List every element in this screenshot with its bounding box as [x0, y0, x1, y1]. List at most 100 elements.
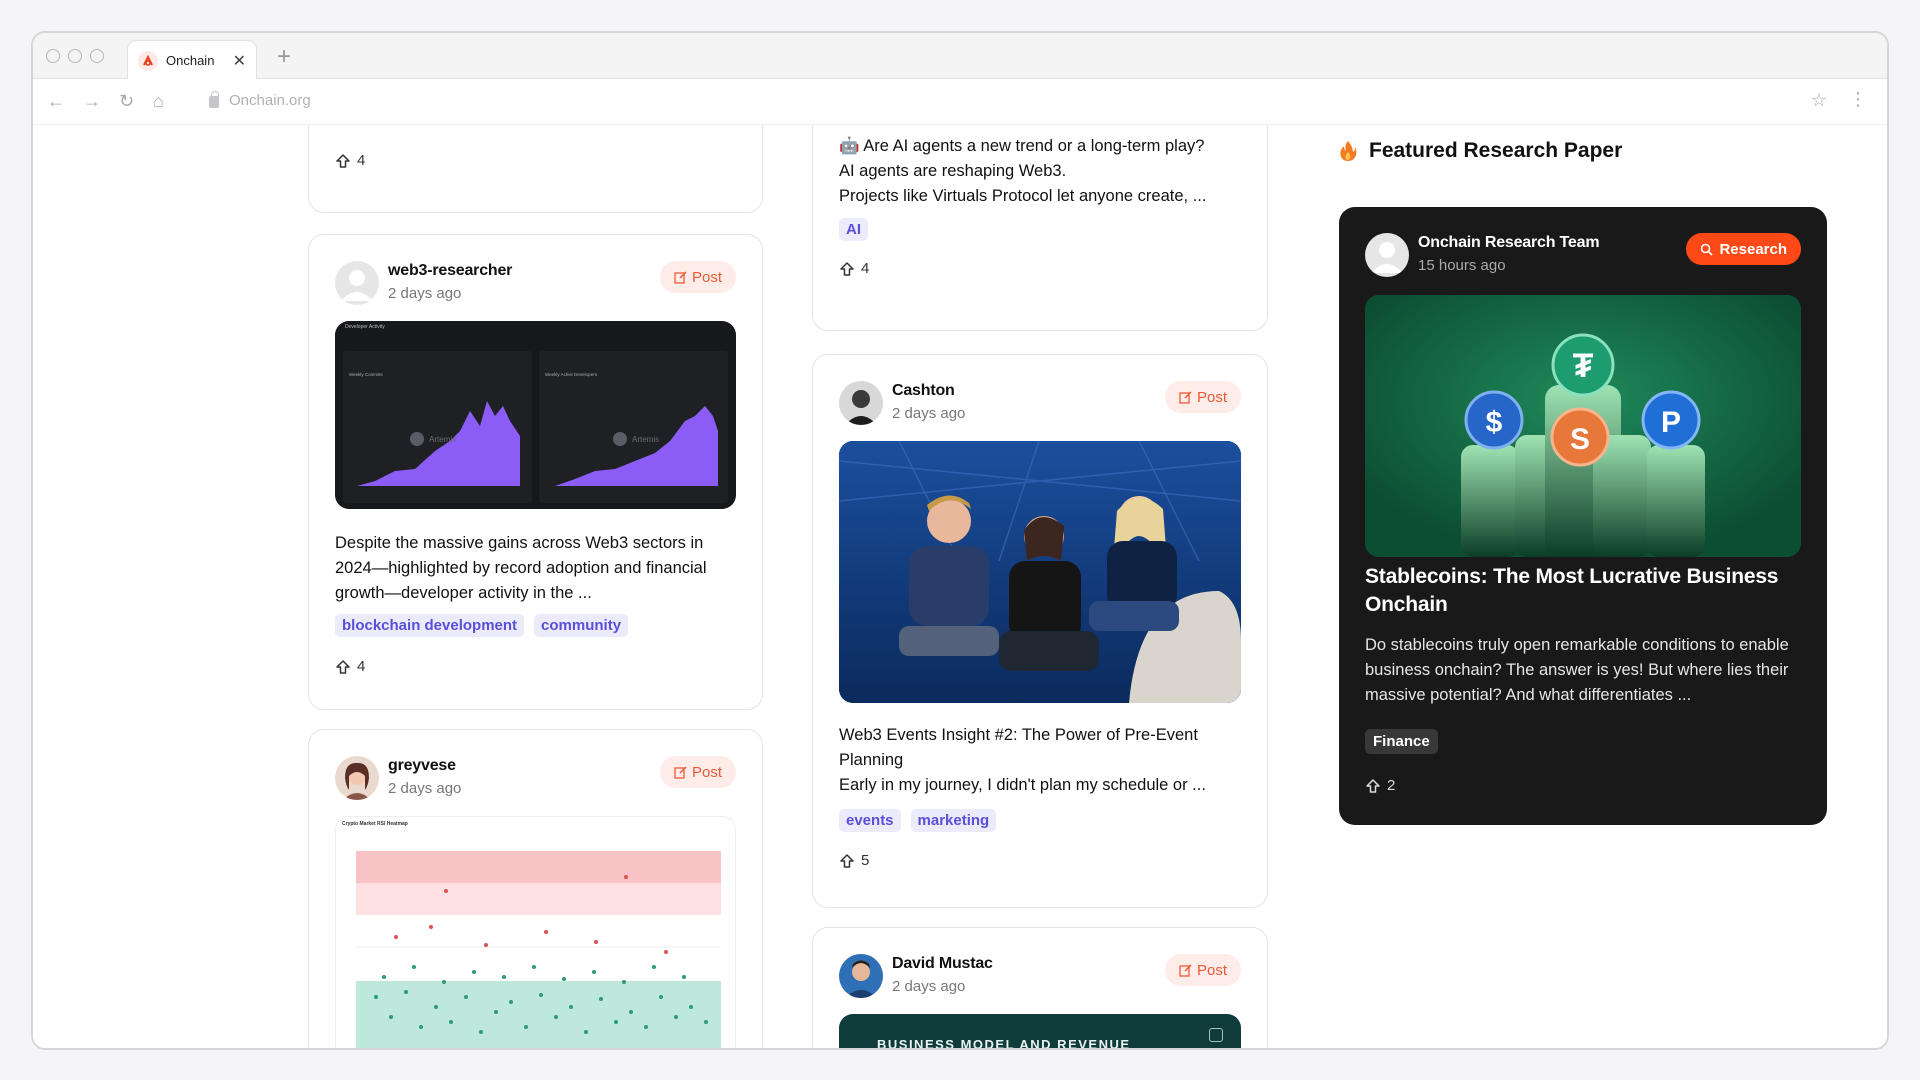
upvote-arrow-icon — [840, 261, 854, 276]
post-excerpt-line: AI agents are reshaping Web3. — [839, 162, 1067, 180]
featured-heading: Featured Research Paper — [1339, 139, 1622, 163]
post-badge[interactable]: Post — [1164, 954, 1241, 986]
post-badge-label: Post — [691, 763, 722, 781]
url-field[interactable]: Onchain.org — [209, 90, 311, 109]
svg-text:S: S — [1570, 423, 1590, 456]
rsi-heatmap-image[interactable]: Crypto Market RSI Heatmap — [335, 816, 736, 1048]
back-arrow-icon[interactable]: ← — [47, 91, 65, 112]
post-card-web3-researcher[interactable]: web3-researcher 2 days ago Post Develope… — [308, 234, 763, 710]
edit-icon — [1179, 963, 1192, 977]
tag-chip[interactable]: community — [534, 614, 629, 637]
developer-activity-chart-image[interactable]: Developer Activity Weekly Commits Weekly… — [335, 321, 736, 509]
upvote-count: 5 — [861, 852, 870, 869]
upvote-button[interactable]: 5 — [839, 852, 869, 869]
reload-icon[interactable]: ↻ — [119, 91, 134, 112]
post-card-greyvese[interactable]: greyvese 2 days ago Post Crypto Market R… — [308, 729, 763, 1048]
window-maximize-dot[interactable] — [90, 49, 104, 63]
post-card-top-left[interactable]: 4 — [308, 125, 763, 213]
tab-bar: Onchain ✕ + — [33, 33, 1887, 80]
tag-chip[interactable]: blockchain development — [335, 614, 525, 637]
chart-header-text: Developer Activity — [345, 324, 385, 330]
author-name[interactable]: David Mustac — [892, 955, 993, 973]
post-badge-label: Post — [1196, 388, 1227, 406]
research-badge-label: Research — [1719, 240, 1787, 258]
stablecoins-illustration-image[interactable]: ₮ $ S P — [1365, 295, 1801, 557]
svg-text:P: P — [1661, 406, 1681, 439]
post-header: greyvese 2 days ago Post — [335, 756, 736, 800]
avatar[interactable] — [335, 756, 379, 800]
banner-logo-icon — [1209, 1028, 1223, 1042]
post-header: David Mustac 2 days ago Post — [839, 954, 1241, 998]
upvote-arrow-icon — [840, 853, 854, 868]
search-icon — [1701, 243, 1714, 256]
featured-title[interactable]: Stablecoins: The Most Lucrative Business… — [1365, 563, 1801, 619]
tag-list: AI — [839, 218, 868, 241]
post-badge[interactable]: Post — [659, 261, 736, 293]
chart-left-title: Weekly Commits — [349, 372, 383, 377]
post-time: 2 days ago — [892, 405, 966, 422]
upvote-arrow-icon — [1366, 778, 1380, 793]
tab-close-icon[interactable]: ✕ — [233, 51, 246, 71]
post-card-david-mustac[interactable]: David Mustac 2 days ago Post BUSINESS MO… — [812, 927, 1268, 1048]
post-excerpt[interactable]: 🤖 Are AI agents a new trend or a long-te… — [839, 134, 1241, 209]
post-time: 2 days ago — [892, 978, 966, 995]
bookmark-star-icon[interactable]: ☆ — [1811, 90, 1827, 111]
post-excerpt[interactable]: Web3 Events Insight #2: The Power of Pre… — [839, 723, 1241, 798]
post-excerpt[interactable]: Despite the massive gains across Web3 se… — [335, 531, 736, 606]
avatar[interactable] — [839, 381, 883, 425]
tag-list: blockchain development community — [335, 614, 629, 637]
featured-excerpt[interactable]: Do stablecoins truly open remarkable con… — [1365, 633, 1801, 708]
post-badge[interactable]: Post — [659, 756, 736, 788]
avatar[interactable] — [839, 954, 883, 998]
window-minimize-dot[interactable] — [68, 49, 82, 63]
post-card-ai-agents[interactable]: 🤖 Are AI agents a new trend or a long-te… — [812, 125, 1268, 331]
post-badge-label: Post — [1196, 961, 1227, 979]
author-name[interactable]: Onchain Research Team — [1418, 234, 1600, 252]
post-badge[interactable]: Post — [1164, 381, 1241, 413]
upvote-button[interactable]: 2 — [1365, 777, 1395, 794]
post-excerpt-line: Web3 Events Insight #2: The Power of Pre… — [839, 726, 1198, 769]
featured-research-card[interactable]: Onchain Research Team 15 hours ago Resea… — [1339, 207, 1827, 825]
tag-chip[interactable]: AI — [839, 218, 868, 241]
forward-arrow-icon[interactable]: → — [83, 91, 101, 112]
browser-tab[interactable]: Onchain ✕ — [127, 40, 257, 80]
url-text: Onchain.org — [229, 92, 311, 109]
author-name[interactable]: web3-researcher — [388, 262, 512, 280]
chart-watermark-right: Artemis — [632, 435, 659, 444]
upvote-count: 2 — [1387, 777, 1396, 794]
heatmap-title: Crypto Market RSI Heatmap — [342, 821, 408, 827]
edit-icon — [1179, 390, 1192, 404]
avatar[interactable] — [1365, 233, 1409, 277]
upvote-arrow-icon — [336, 153, 350, 168]
post-excerpt-line: Early in my journey, I didn't plan my sc… — [839, 776, 1206, 794]
tag-chip[interactable]: Finance — [1365, 729, 1438, 754]
tag-chip[interactable]: marketing — [910, 809, 997, 832]
upvote-count: 4 — [861, 260, 870, 277]
tag-list: events marketing — [839, 809, 997, 832]
window-close-dot[interactable] — [46, 49, 60, 63]
author-name[interactable]: Cashton — [892, 382, 955, 400]
home-icon[interactable]: ⌂ — [153, 91, 164, 112]
post-excerpt-line: Projects like Virtuals Protocol let anyo… — [839, 187, 1207, 205]
author-name[interactable]: greyvese — [388, 757, 456, 775]
event-photo-image[interactable] — [839, 441, 1241, 703]
tag-chip[interactable]: events — [839, 809, 901, 832]
robot-emoji-icon: 🤖 — [839, 137, 860, 155]
chart-right-title: Weekly Active Developers — [545, 372, 598, 377]
upvote-count: 4 — [357, 658, 366, 675]
new-tab-button[interactable]: + — [277, 43, 291, 71]
avatar[interactable] — [335, 261, 379, 305]
research-badge[interactable]: Research — [1686, 233, 1801, 265]
post-header: web3-researcher 2 days ago Post — [335, 261, 736, 305]
business-model-banner-image[interactable]: BUSINESS MODEL AND REVENUE — [839, 1014, 1241, 1048]
menu-kebab-icon[interactable]: ⋮ — [1849, 89, 1867, 110]
upvote-button[interactable]: 4 — [335, 658, 365, 675]
lock-icon — [209, 90, 219, 108]
upvote-button[interactable]: 4 — [839, 260, 869, 277]
upvote-button[interactable]: 4 — [335, 152, 365, 169]
post-excerpt-line: Are AI agents a new trend or a long-term… — [863, 137, 1205, 155]
svg-text:$: $ — [1486, 406, 1503, 439]
post-card-cashton[interactable]: Cashton 2 days ago Post Web3 Events Insi… — [812, 354, 1268, 908]
page-content: 4 web3-researcher 2 days ago Post Develo… — [33, 125, 1887, 1048]
post-time: 15 hours ago — [1418, 257, 1506, 274]
